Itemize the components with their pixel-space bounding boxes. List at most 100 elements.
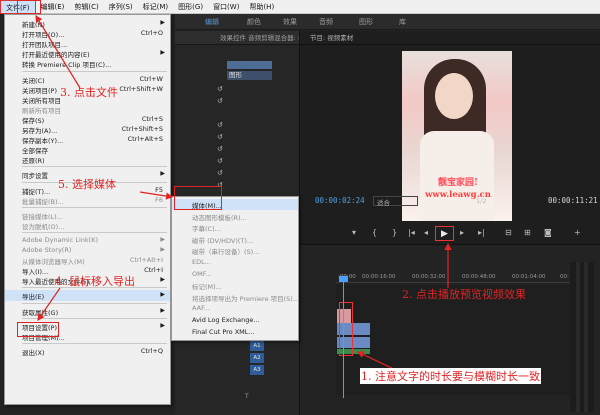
menu-item-shortcut: Ctrl+W — [139, 74, 163, 83]
menu-clip[interactable]: 剪辑(C) — [69, 0, 103, 14]
reset-icon[interactable]: ↺ — [217, 133, 225, 141]
menu-separator — [22, 302, 167, 304]
submenu-arrow-icon: ▶ — [160, 276, 165, 284]
time-ruler[interactable]: :00:00 00:00:16:00 00:00:32:00 00:00:48:… — [336, 269, 572, 283]
menu-item-label: OMF... — [192, 269, 212, 278]
ruler-tick: 00: — [560, 274, 569, 280]
menu-item-label: 字幕(C)... — [192, 225, 221, 234]
marker-icon[interactable]: ▾ — [352, 228, 356, 237]
track-target-a2[interactable]: A2 — [250, 353, 264, 363]
menu-item-label: 获取属性(G) — [22, 308, 59, 317]
file-menu-item: 批量捕捉(B)... F6 — [5, 195, 170, 206]
reset-icon[interactable]: ↺ — [217, 97, 225, 105]
workspace-tab-audio[interactable]: 音频 — [319, 17, 333, 27]
reset-icon[interactable]: ↺ — [217, 145, 225, 153]
menu-item-shortcut: Ctrl+Shift+W — [119, 84, 163, 93]
reset-icon[interactable]: ↺ — [217, 157, 225, 165]
workspace-tab-library[interactable]: 库 — [399, 17, 406, 27]
menu-item-label: 将选择项导出为 Premiere 项目(S)... — [192, 294, 300, 303]
clip-highlight-box — [339, 302, 353, 356]
track-target-a1[interactable]: A1 — [250, 341, 264, 351]
clip-item[interactable]: 图形 — [227, 71, 272, 80]
reset-icon[interactable]: ↺ — [217, 121, 225, 129]
video-face — [435, 73, 473, 119]
mark-in-icon[interactable]: { — [372, 228, 377, 237]
extract-icon[interactable]: ⊞ — [524, 228, 531, 237]
annotation-step1: 1. 注意文字的时长要与模糊时长一致 — [360, 368, 541, 384]
file-menu-item[interactable]: 转换 Premiere Clip 项目(C)... — [5, 58, 170, 69]
file-menu-item[interactable]: 退出(X) Ctrl+Q — [5, 346, 170, 357]
workspace-tab-edit[interactable]: 编辑 — [205, 17, 219, 27]
menu-item-label: Final Cut Pro XML... — [192, 327, 255, 336]
menu-item-label: EDL... — [192, 258, 211, 266]
submenu-arrow-icon: ▶ — [160, 235, 165, 243]
export-menu-item[interactable]: Avid Log Exchange... — [172, 315, 298, 326]
export-menu-item: OMF... — [172, 269, 298, 280]
panel-header: 效果控件 音频剪辑混合器: 视频素材 — [175, 31, 299, 45]
playhead[interactable] — [343, 278, 344, 398]
menu-item-shortcut: Ctrl+I — [144, 266, 163, 275]
current-timecode[interactable]: 00:00:02:24 — [315, 196, 365, 205]
meter-left — [576, 262, 580, 412]
resolution-select[interactable]: 1/2 — [476, 197, 486, 205]
export-menu-item: 磁带 (DV/HDV)(T)... — [172, 234, 298, 245]
annotation-step3: 3. 点击文件 — [60, 86, 118, 99]
annotation-step5: 5. 选择媒体 — [58, 178, 116, 191]
mark-out-icon[interactable]: } — [392, 228, 397, 237]
menu-item-label: 同步设置 — [22, 172, 48, 181]
fit-label: 适合 — [377, 199, 390, 207]
file-menu-item[interactable]: 还原(R) — [5, 154, 170, 165]
menu-marker[interactable]: 标记(M) — [138, 0, 174, 14]
workspace-tab-graphics[interactable]: 图形 — [359, 17, 373, 27]
export-menu-item: 标记(M)... — [172, 280, 298, 291]
go-to-out-icon[interactable]: ▸| — [478, 228, 485, 237]
submenu-arrow-icon: ▶ — [160, 246, 165, 253]
menu-graphics[interactable]: 图形(G) — [173, 0, 208, 14]
menu-item-label: 动态图形模板(R)... — [192, 213, 247, 222]
file-menu: 新建(N) ▶ 打开项目(O)... Ctrl+O 打开团队项目... 打开最近使用的内容… — [4, 14, 171, 405]
workspace-tab-color[interactable]: 颜色 — [247, 17, 261, 27]
menu-item-label: 设为脱机(O)... — [22, 222, 65, 231]
file-menu-item: 设为脱机(O)... — [5, 220, 170, 231]
track-target-a3[interactable]: A3 — [250, 365, 264, 375]
file-menu-item[interactable]: 获取属性(G) ▶ — [5, 306, 170, 317]
program-monitor: 节目: 视频素材 靓宝家园! www.leawg.cn — [300, 31, 600, 244]
ruler-tick: 00:00:32:00 — [412, 274, 446, 280]
menu-item-label: 磁带（串行设备）(S)... — [192, 248, 260, 257]
go-to-in-icon[interactable]: |◂ — [408, 228, 415, 237]
menu-item-label: AAF... — [192, 304, 210, 313]
menubar: 文件(F) 编辑(E) 剪辑(C) 序列(S) 标记(M) 图形(G) 窗口(W… — [0, 0, 600, 14]
camera-icon[interactable]: ◙ — [544, 228, 552, 237]
type-tool-icon[interactable]: T — [245, 393, 249, 400]
menu-item-shortcut: Ctrl+Q — [140, 346, 163, 355]
menu-help[interactable]: 帮助(H) — [244, 0, 279, 14]
total-timecode: 00:00:11:21 — [548, 196, 598, 205]
step-back-icon[interactable]: ◂ — [424, 228, 428, 237]
file-menu-item[interactable]: 导出(E) ▶ — [5, 290, 170, 302]
transport-controls: ▾ { } |◂ ◂ ▶ ▸ ▸| ⊟ ⊞ ◙ + — [300, 226, 600, 242]
menu-item-label: 标记(M)... — [192, 283, 222, 292]
submenu-arrow-icon: ▶ — [160, 321, 165, 329]
reset-icon[interactable]: ↺ — [217, 169, 225, 177]
program-time-row: 00:00:02:24 适合 1/2 00:00:11:21 — [300, 196, 600, 208]
ruler-tick: 00:00:16:00 — [362, 274, 396, 280]
menu-separator — [22, 166, 167, 168]
play-button[interactable]: ▶ — [435, 226, 454, 241]
export-menu-item: AAF... — [172, 303, 298, 314]
reset-icon[interactable]: ↺ — [217, 85, 225, 93]
menu-item-label: 转换 Premiere Clip 项目(C)... — [22, 61, 112, 70]
export-menu-item[interactable]: Final Cut Pro XML... — [172, 327, 298, 338]
clip-bar — [227, 61, 272, 69]
menu-sequence[interactable]: 序列(S) — [104, 0, 138, 14]
annotation-step2: 2. 点击播放预览视频效果 — [402, 288, 526, 301]
workspace-tab-effects[interactable]: 效果 — [283, 17, 297, 27]
lift-icon[interactable]: ⊟ — [505, 228, 512, 237]
step-forward-icon[interactable]: ▸ — [460, 228, 464, 237]
submenu-arrow-icon: ▶ — [160, 170, 165, 178]
submenu-arrow-icon: ▶ — [160, 291, 165, 299]
menu-window[interactable]: 窗口(W) — [208, 0, 244, 14]
add-button-icon[interactable]: + — [574, 228, 581, 237]
export-menu-item: 将选择项导出为 Premiere 项目(S)... — [172, 292, 300, 303]
export-menu-item: 字幕(C)... — [172, 222, 298, 233]
file-menu-highlight — [17, 0, 41, 14]
